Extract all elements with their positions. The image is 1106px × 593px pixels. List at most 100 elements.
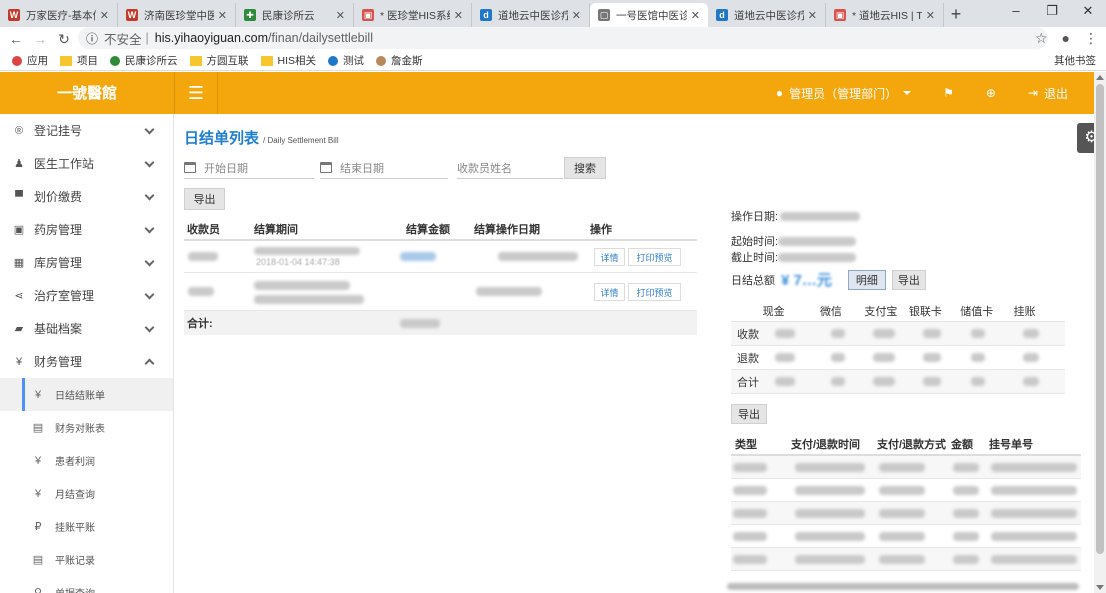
minimize-icon[interactable]: – — [998, 0, 1034, 24]
redacted-value — [873, 377, 895, 386]
pay-row-label: 收款 — [737, 328, 759, 341]
print-preview-button[interactable]: 打印预览 — [628, 283, 681, 301]
support-icon[interactable]: ⊕ — [970, 72, 1012, 114]
pay-header: 支付宝 — [864, 305, 898, 318]
hamburger-menu-icon[interactable]: ☰ — [174, 72, 218, 114]
forward-icon[interactable]: → — [28, 31, 52, 47]
bookmark-star-icon[interactable]: ☆ — [1035, 30, 1048, 47]
info-icon[interactable]: ⓘ — [86, 30, 98, 47]
print-preview-button[interactable]: 打印预览 — [628, 248, 681, 266]
redacted-value — [991, 509, 1077, 518]
start-date-input[interactable]: 开始日期 — [184, 157, 314, 179]
close-tab-icon[interactable]: ✕ — [218, 9, 227, 22]
search-button[interactable]: 搜索 — [564, 157, 606, 179]
bookmark-item[interactable]: 方圆互联 — [189, 53, 249, 68]
close-tab-icon[interactable]: ✕ — [691, 9, 700, 22]
sidebar-item[interactable]: ¥ 财务管理 — [0, 345, 173, 378]
sidebar-item[interactable]: ▰ 基础档案 — [0, 312, 173, 345]
logout-label: 退出 — [1043, 86, 1068, 101]
close-tab-icon[interactable]: ✕ — [808, 9, 817, 22]
browser-tab[interactable]: ▣ * 道地云HIS | Trello ✕ — [826, 3, 944, 27]
bookmark-item[interactable]: 测试 — [328, 53, 364, 68]
redacted-value — [831, 353, 845, 362]
bookmark-item[interactable]: 詹金斯 — [376, 53, 423, 68]
cashier-name-input[interactable]: 收款员姓名 — [457, 157, 563, 179]
browser-tab[interactable]: d 道地云中医诊疗管理 ✕ — [708, 3, 826, 27]
scroll-up-icon[interactable] — [1096, 75, 1104, 80]
chevron-down-icon — [144, 223, 155, 234]
horizontal-scrollbar[interactable] — [727, 581, 1081, 591]
sidebar-subitem[interactable]: ▤ 平账记录 — [0, 543, 173, 576]
sidebar-item[interactable]: ▣ 药房管理 — [0, 213, 173, 246]
detail-button[interactable]: 详情 — [594, 248, 625, 266]
sidebar-subitem[interactable]: ¥ 日结结账单 — [0, 378, 173, 411]
back-icon[interactable]: ← — [4, 31, 28, 47]
browser-tab[interactable]: ▣ * 医珍堂HIS系统设计 ✕ — [354, 3, 472, 27]
sidebar-subitem[interactable]: ▤ 财务对账表 — [0, 411, 173, 444]
end-date-input[interactable]: 结束日期 — [320, 157, 448, 179]
scroll-down-icon[interactable] — [1096, 585, 1104, 590]
sidebar-item[interactable]: ♟ 医生工作站 — [0, 147, 173, 180]
payment-summary-table: 现金 微信 支付宝 银联卡 储值卡 挂账 收款 退款 合计 — [731, 300, 1065, 394]
settlement-table: 收款员 结算期间 结算金额 结算操作日期 操作 2018-01-04 14:47… — [184, 219, 697, 335]
redacted-value — [795, 463, 865, 472]
redacted-value — [879, 532, 925, 541]
bookmark-label: 詹金斯 — [391, 55, 423, 67]
export-button[interactable]: 导出 — [184, 188, 225, 210]
close-window-icon[interactable]: ✕ — [1070, 0, 1106, 24]
browser-tab[interactable]: d 道地云中医诊疗管理 ✕ — [472, 3, 590, 27]
close-tab-icon[interactable]: ✕ — [454, 9, 463, 22]
browser-tab[interactable]: W 万家医疗-基本信息 ✕ — [0, 3, 118, 27]
url-bar[interactable]: ⓘ 不安全 | his.yihaoyiguan.com /finan/daily… — [78, 27, 1048, 49]
user-menu[interactable]: ● 管理员（管理部门） — [760, 72, 927, 114]
panel-export-button-2[interactable]: 导出 — [731, 404, 767, 424]
redacted-value — [733, 463, 767, 472]
redacted-value — [971, 353, 985, 362]
bookmark-item[interactable]: 民康诊所云 — [110, 53, 178, 68]
close-tab-icon[interactable]: ✕ — [572, 9, 581, 22]
bookmark-item[interactable]: HIS相关 — [260, 53, 316, 68]
redacted-value — [873, 353, 895, 362]
cart-icon: ▀ — [15, 190, 23, 203]
sidebar-item[interactable]: ⋖ 治疗室管理 — [0, 279, 173, 312]
redacted-value — [953, 486, 979, 495]
vertical-scrollbar[interactable] — [1094, 72, 1106, 593]
sidebar-subitem-label: 单据查询 — [55, 585, 95, 593]
other-bookmarks[interactable]: 其他书签 — [1054, 53, 1096, 68]
bookmark-item[interactable]: 应用 — [12, 53, 48, 68]
profile-icon[interactable]: ● — [1062, 30, 1070, 47]
menu-dots-icon[interactable]: ⋮ — [1084, 30, 1098, 47]
sidebar-item[interactable]: ▀ 划价缴费 — [0, 180, 173, 213]
close-tab-icon[interactable]: ✕ — [100, 9, 109, 22]
detail-button[interactable]: 详情 — [594, 283, 625, 301]
redacted-cashier — [188, 252, 218, 261]
detail-toggle-button[interactable]: 明细 — [847, 269, 886, 290]
bookmark-label: 测试 — [343, 55, 365, 67]
redacted-value — [1023, 329, 1039, 338]
redacted-value — [795, 486, 865, 495]
scroll-thumb[interactable] — [1096, 84, 1104, 554]
reload-icon[interactable]: ↻ — [52, 31, 76, 48]
sidebar-subitem[interactable]: ¥ 月结查询 — [0, 477, 173, 510]
bookmark-item[interactable]: 项目 — [60, 53, 98, 68]
panel-export-button[interactable]: 导出 — [891, 269, 926, 290]
browser-tab[interactable]: W 济南医珍堂中医诊所 ✕ — [118, 3, 236, 27]
bookmark-label: 民康诊所云 — [125, 55, 178, 67]
folder-icon — [60, 55, 72, 66]
browser-tab[interactable]: ✚ 民康诊所云 ✕ — [236, 3, 354, 27]
sidebar-item[interactable]: ® 登记挂号 — [0, 114, 173, 147]
browser-tab[interactable]: ▢ 一号医馆中医诊疗 ✕ — [590, 3, 708, 27]
redacted-value — [953, 463, 979, 472]
table-row: 详情 打印预览 — [184, 273, 697, 311]
sidebar-subitem[interactable]: ¥ 患者利润 — [0, 444, 173, 477]
sidebar-item[interactable]: ▦ 库房管理 — [0, 246, 173, 279]
new-tab-button[interactable]: + — [944, 3, 968, 27]
logout-button[interactable]: ⇥ 退出 — [1012, 72, 1084, 114]
close-tab-icon[interactable]: ✕ — [336, 9, 345, 22]
end-time-label: 截止时间: — [731, 252, 779, 264]
maximize-icon[interactable]: ❐ — [1034, 0, 1070, 24]
sidebar-subitem[interactable]: ₽ 挂账平账 — [0, 510, 173, 543]
sidebar-subitem[interactable]: ⚲ 单据查询 — [0, 576, 173, 593]
close-tab-icon[interactable]: ✕ — [926, 9, 935, 22]
flag-icon[interactable]: ⚑ — [927, 72, 970, 114]
